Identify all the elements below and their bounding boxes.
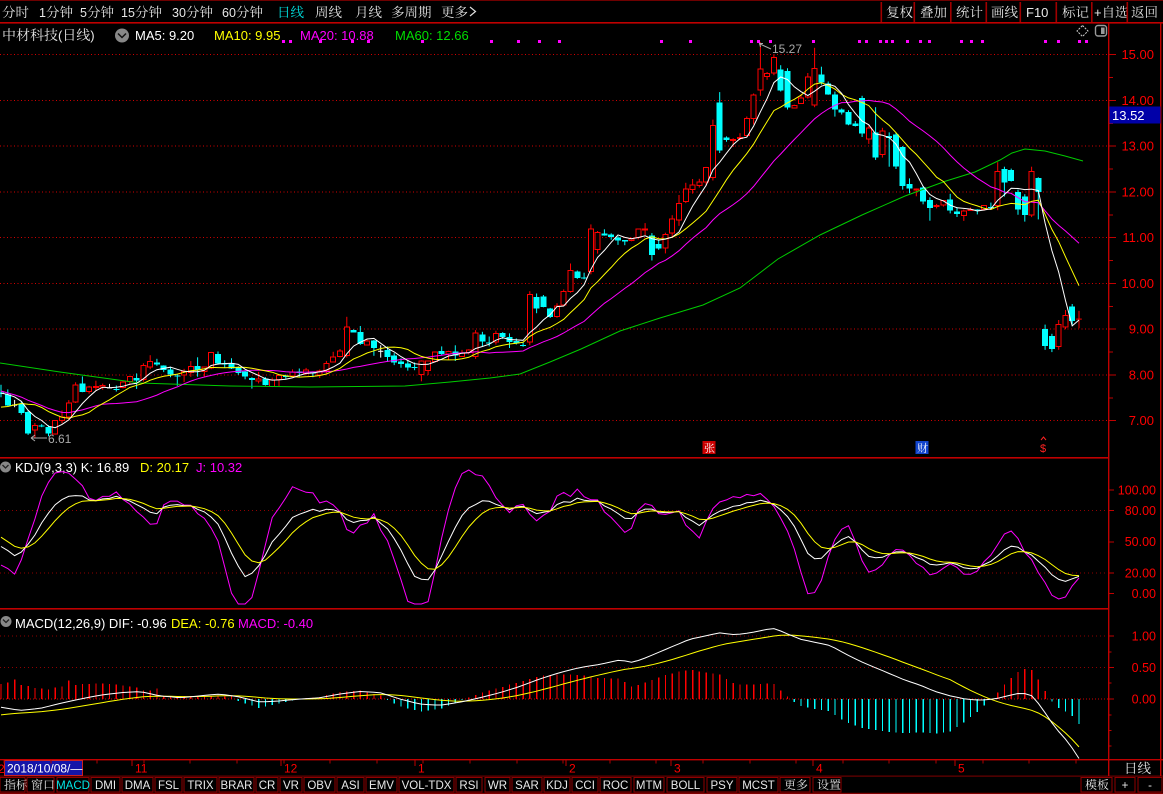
svg-text:MACD: -0.40: MACD: -0.40 (238, 616, 313, 631)
svg-text:DMA: DMA (125, 780, 151, 792)
svg-text:RSI: RSI (459, 780, 478, 792)
svg-text:MCST: MCST (742, 780, 775, 792)
svg-text:15.27: 15.27 (772, 42, 802, 56)
svg-text:ASI: ASI (341, 780, 360, 792)
svg-text:TRIX: TRIX (187, 780, 214, 792)
svg-text:D: 20.17: D: 20.17 (140, 460, 189, 475)
svg-text:8.00: 8.00 (1129, 367, 1154, 382)
svg-text:MA5: 9.20: MA5: 9.20 (135, 28, 194, 43)
svg-text:15: 15 (121, 6, 135, 20)
svg-text:9.00: 9.00 (1129, 322, 1154, 337)
svg-text:2018/10/08/—: 2018/10/08/— (7, 762, 82, 776)
svg-text:2: 2 (569, 762, 576, 776)
svg-text:OBV: OBV (307, 780, 332, 792)
svg-text:J: 10.32: J: 10.32 (196, 460, 242, 475)
svg-text:VOL-TDX: VOL-TDX (402, 780, 452, 792)
svg-text:CR: CR (259, 780, 276, 792)
svg-text:14.00: 14.00 (1121, 93, 1154, 108)
svg-text:11.00: 11.00 (1122, 230, 1154, 245)
svg-text:BRAR: BRAR (221, 780, 253, 792)
svg-text:30: 30 (172, 6, 186, 20)
svg-text:WR: WR (488, 780, 507, 792)
svg-text:4: 4 (816, 762, 823, 776)
svg-text:MACD: MACD (56, 780, 90, 792)
svg-text:-: - (1148, 780, 1152, 792)
svg-text:VR: VR (283, 780, 299, 792)
svg-text:MTM: MTM (636, 780, 662, 792)
svg-text:11: 11 (135, 762, 148, 776)
svg-text:+: + (1094, 5, 1102, 20)
svg-text:F10: F10 (1026, 5, 1048, 20)
svg-text:13.52: 13.52 (1112, 108, 1145, 123)
svg-text:$: $ (1040, 443, 1046, 455)
svg-text:10.00: 10.00 (1121, 276, 1154, 291)
svg-text:CCI: CCI (575, 780, 595, 792)
svg-text:0.00: 0.00 (1132, 587, 1156, 601)
svg-text:80.00: 80.00 (1125, 504, 1156, 518)
svg-text:0.00: 0.00 (1132, 693, 1156, 707)
svg-text:(: ( (58, 28, 63, 43)
svg-text:PSY: PSY (710, 780, 733, 792)
svg-text:DMI: DMI (95, 780, 116, 792)
svg-text:20.00: 20.00 (1125, 566, 1156, 580)
svg-text:DEA: -0.76: DEA: -0.76 (171, 616, 235, 631)
svg-text:60: 60 (222, 6, 236, 20)
svg-text:100.00: 100.00 (1118, 484, 1156, 498)
svg-text:SAR: SAR (515, 780, 539, 792)
svg-text:EMV: EMV (369, 780, 394, 792)
svg-text:BOLL: BOLL (671, 780, 701, 792)
svg-text:MA60: 12.66: MA60: 12.66 (395, 28, 469, 43)
svg-text:1: 1 (39, 6, 46, 20)
svg-text:15.00: 15.00 (1121, 47, 1154, 62)
svg-text:MACD(12,26,9) DIF: -0.96: MACD(12,26,9) DIF: -0.96 (15, 616, 167, 631)
svg-text:ROC: ROC (603, 780, 629, 792)
svg-text:1.00: 1.00 (1132, 630, 1156, 644)
svg-text:3: 3 (674, 762, 681, 776)
svg-text:MA20: 10.88: MA20: 10.88 (300, 28, 374, 43)
svg-text:12.00: 12.00 (1121, 184, 1154, 199)
svg-text:0.50: 0.50 (1132, 661, 1156, 675)
svg-text:1: 1 (418, 762, 425, 776)
svg-text:5: 5 (958, 762, 965, 776)
svg-text:13.00: 13.00 (1121, 139, 1154, 154)
svg-text:12: 12 (284, 762, 298, 776)
svg-text:KDJ: KDJ (546, 780, 568, 792)
svg-text:+: + (1122, 780, 1129, 792)
svg-text:50.00: 50.00 (1125, 535, 1156, 549)
svg-text:7.00: 7.00 (1129, 413, 1154, 428)
svg-text:): ) (90, 28, 94, 43)
svg-text:KDJ(9,3,3) K: 16.89: KDJ(9,3,3) K: 16.89 (15, 460, 129, 475)
svg-text:FSL: FSL (158, 780, 180, 792)
svg-text:5: 5 (80, 6, 87, 20)
svg-text:6.61: 6.61 (48, 432, 72, 446)
svg-text:MA10: 9.95: MA10: 9.95 (214, 28, 281, 43)
